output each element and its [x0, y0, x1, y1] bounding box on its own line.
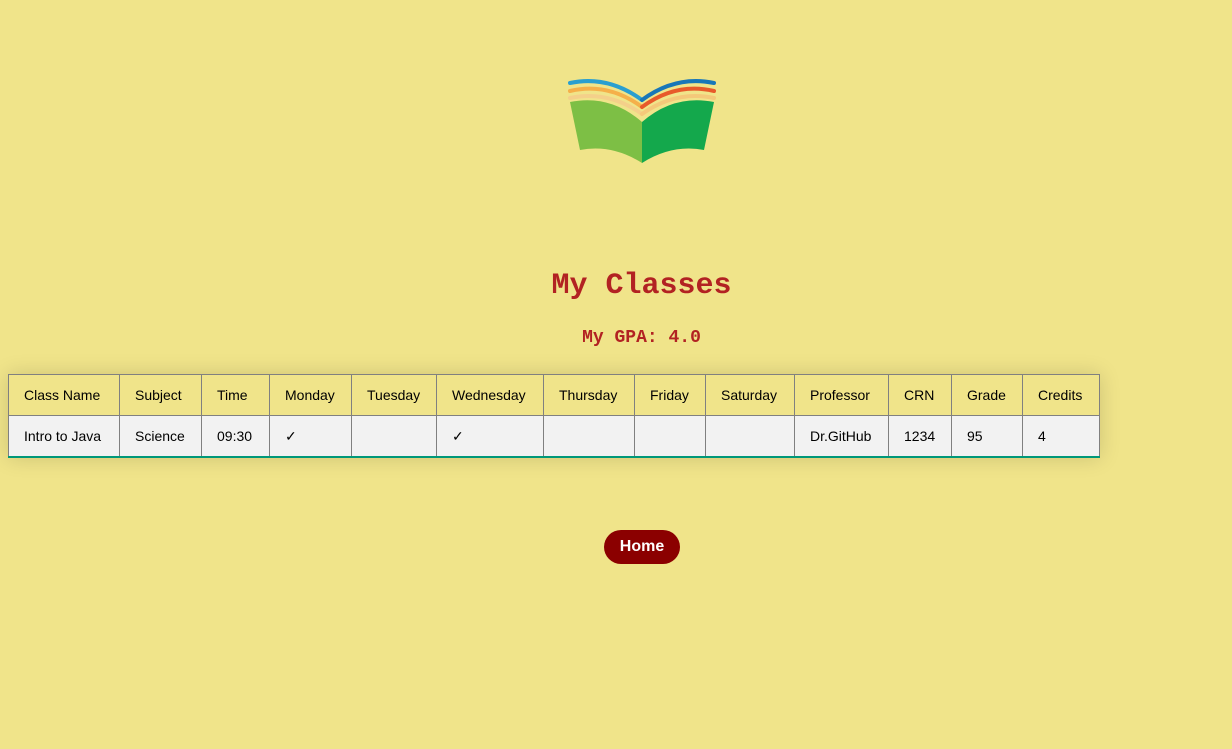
column-header-saturday: Saturday — [705, 374, 795, 416]
table-row: Intro to Java Science 09:30 ✓ ✓ Dr.GitHu… — [8, 415, 1100, 458]
cell-thursday — [543, 415, 635, 458]
column-header-credits: Credits — [1022, 374, 1100, 416]
column-header-thursday: Thursday — [543, 374, 635, 416]
table-header-row: Class Name Subject Time Monday Tuesday W… — [8, 374, 1100, 416]
cell-credits: 4 — [1022, 415, 1100, 458]
cell-monday: ✓ — [269, 415, 352, 458]
column-header-subject: Subject — [119, 374, 202, 416]
column-header-class-name: Class Name — [8, 374, 120, 416]
column-header-time: Time — [201, 374, 270, 416]
column-header-wednesday: Wednesday — [436, 374, 544, 416]
cell-wednesday: ✓ — [436, 415, 544, 458]
cell-subject: Science — [119, 415, 202, 458]
classes-table: Class Name Subject Time Monday Tuesday W… — [8, 374, 1100, 458]
column-header-crn: CRN — [888, 374, 952, 416]
cell-professor: Dr.GitHub — [794, 415, 889, 458]
open-book-icon — [568, 79, 716, 163]
cell-grade: 95 — [951, 415, 1023, 458]
gpa-label: My GPA: 4.0 — [582, 328, 701, 348]
column-header-grade: Grade — [951, 374, 1023, 416]
cell-friday — [634, 415, 706, 458]
column-header-tuesday: Tuesday — [351, 374, 437, 416]
column-header-friday: Friday — [634, 374, 706, 416]
cell-time: 09:30 — [201, 415, 270, 458]
cell-tuesday — [351, 415, 437, 458]
column-header-professor: Professor — [794, 374, 889, 416]
cell-class-name: Intro to Java — [8, 415, 120, 458]
page-title: My Classes — [551, 269, 732, 303]
cell-saturday — [705, 415, 795, 458]
cell-crn: 1234 — [888, 415, 952, 458]
home-button[interactable]: Home — [604, 530, 680, 564]
column-header-monday: Monday — [269, 374, 352, 416]
